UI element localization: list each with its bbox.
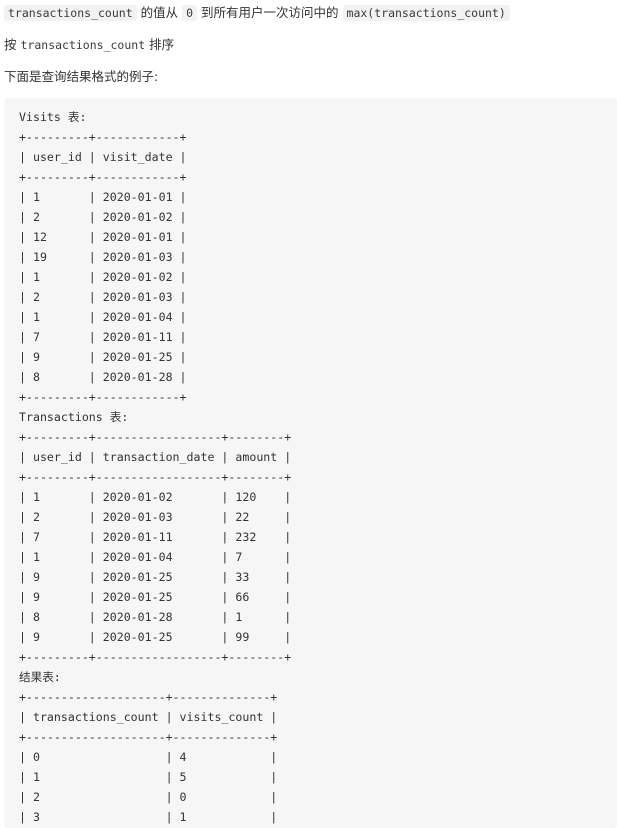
code-line: | 9 | 2020-01-25 | bbox=[19, 350, 187, 364]
code-line: | 19 | 2020-01-03 | bbox=[19, 250, 187, 264]
code-line: | 8 | 2020-01-28 | 1 | bbox=[19, 610, 292, 624]
code-line: | transactions_count | visits_count | bbox=[19, 710, 278, 724]
code-line: | 2 | 2020-01-03 | bbox=[19, 290, 187, 304]
code-line: +---------+------------+ bbox=[19, 170, 187, 184]
code-line: | 1 | 5 | bbox=[19, 770, 278, 784]
code-line: | 7 | 2020-01-11 | bbox=[19, 330, 187, 344]
code-line: | 9 | 2020-01-25 | 66 | bbox=[19, 590, 292, 604]
intro-line-order: 按 transactions_count 排序 bbox=[4, 35, 174, 55]
inline-code-zero: 0 bbox=[182, 5, 198, 21]
code-line: +---------+------------+ bbox=[19, 130, 187, 144]
code-line: | 3 | 1 | bbox=[19, 810, 278, 824]
code-line: | 1 | 2020-01-02 | 120 | bbox=[19, 490, 292, 504]
code-line: +--------------------+--------------+ bbox=[19, 730, 278, 744]
code-line: | 1 | 2020-01-02 | bbox=[19, 270, 187, 284]
code-line: | user_id | transaction_date | amount | bbox=[19, 450, 292, 464]
code-line: | 2 | 2020-01-02 | bbox=[19, 210, 187, 224]
intro-line-example: 下面是查询结果格式的例子: bbox=[4, 67, 158, 87]
code-line: | 7 | 2020-01-11 | 232 | bbox=[19, 530, 292, 544]
code-line: | 1 | 2020-01-04 | bbox=[19, 310, 187, 324]
intro-line-range: transactions_count 的值从 0 到所有用户一次访问中的 max… bbox=[4, 3, 510, 23]
code-line: Transactions 表: bbox=[19, 410, 129, 424]
code-line: | 2 | 2020-01-03 | 22 | bbox=[19, 510, 292, 524]
code-line: | 1 | 2020-01-01 | bbox=[19, 190, 187, 204]
example-code-block: Visits 表: +---------+------------+ | use… bbox=[4, 98, 617, 828]
code-line: +---------+------------------+--------+ bbox=[19, 470, 292, 484]
intro-text: 到所有用户一次访问中的 bbox=[201, 5, 339, 20]
code-line: 结果表: bbox=[19, 670, 61, 684]
code-line: Visits 表: bbox=[19, 110, 87, 124]
code-line: | 8 | 2020-01-28 | bbox=[19, 370, 187, 384]
code-line: | 0 | 4 | bbox=[19, 750, 278, 764]
code-line: +---------+------------+ bbox=[19, 390, 187, 404]
code-line: +---------+------------------+--------+ bbox=[19, 430, 292, 444]
intro-text: 下面是查询结果格式的例子: bbox=[4, 69, 159, 84]
code-line: | 2 | 0 | bbox=[19, 790, 278, 804]
code-line: | 9 | 2020-01-25 | 99 | bbox=[19, 630, 292, 644]
code-line: +--------------------+--------------+ bbox=[19, 690, 278, 704]
example-code-text: Visits 表: +---------+------------+ | use… bbox=[4, 98, 617, 828]
code-line: | 1 | 2020-01-04 | 7 | bbox=[19, 550, 292, 564]
code-line: | 9 | 2020-01-25 | 33 | bbox=[19, 570, 292, 584]
inline-code-transactions-count: transactions_count bbox=[20, 38, 146, 52]
code-line: | 12 | 2020-01-01 | bbox=[19, 230, 187, 244]
inline-code-transactions-count: transactions_count bbox=[4, 5, 137, 21]
intro-text: 按 bbox=[4, 37, 17, 52]
inline-code-max-transactions-count: max(transactions_count) bbox=[342, 5, 510, 21]
intro-text: 的值从 bbox=[140, 5, 179, 20]
code-line: | user_id | visit_date | bbox=[19, 150, 187, 164]
intro-text: 排序 bbox=[149, 37, 175, 52]
code-line: +---------+------------------+--------+ bbox=[19, 650, 292, 664]
